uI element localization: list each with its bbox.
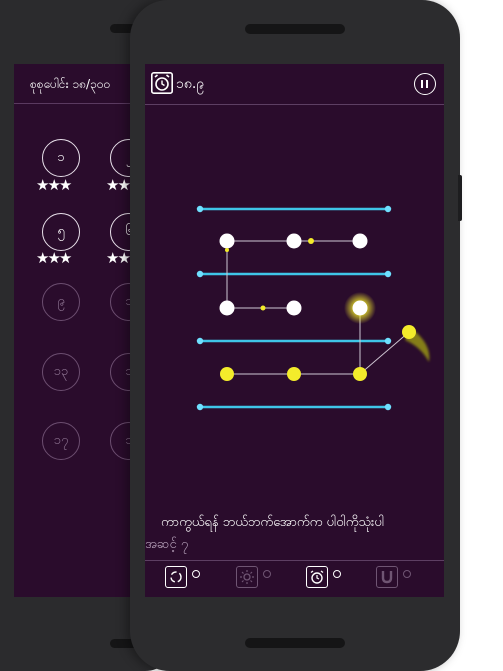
barrier-end	[384, 270, 392, 278]
clock-powerup-count	[333, 570, 341, 578]
hint-text: ကာကွယ်ရန် ဘယ်ဘက်အောက်က ပါဝါကိုသုံးပါ	[161, 515, 384, 530]
game-screen: ၁၈.၉ ကာကွယ်ရန် ဘယ်ဘက်အောက်က ပါဝါကိုသုံးပ…	[145, 64, 444, 597]
front-phone-top-speaker	[245, 24, 345, 34]
powerup-bar	[145, 560, 444, 597]
rotate-powerup-count	[192, 570, 200, 578]
light-ball[interactable]	[402, 325, 416, 339]
light-particle	[260, 305, 266, 311]
sun-icon	[240, 570, 254, 584]
barrier-end	[196, 403, 204, 411]
barrier-end	[196, 205, 204, 213]
u-letter-icon	[381, 571, 393, 584]
light-ball[interactable]	[353, 367, 367, 381]
rotate-powerup-button[interactable]	[165, 566, 187, 588]
front-phone-bottom-speaker	[245, 638, 345, 648]
white-ball[interactable]	[352, 233, 368, 249]
white-ball[interactable]	[286, 233, 302, 249]
u-powerup-count	[403, 570, 411, 578]
level-label: အဆင့် ၇	[145, 537, 189, 552]
white-ball[interactable]	[219, 233, 235, 249]
level-stars: ★★★	[36, 176, 72, 194]
sun-powerup-button[interactable]	[236, 566, 258, 588]
barrier-end	[384, 337, 392, 345]
rotate-icon	[170, 571, 182, 583]
barrier-end	[196, 270, 204, 278]
barrier-end	[384, 205, 392, 213]
level-button[interactable]: ၁	[42, 139, 80, 177]
light-particle	[225, 248, 229, 252]
connector-line	[359, 331, 410, 375]
level-stars: ★★★	[36, 249, 72, 267]
light-particle	[308, 238, 314, 244]
light-ball[interactable]	[287, 367, 301, 381]
level-button-locked[interactable]: ၁၇	[42, 422, 80, 460]
connectors	[226, 240, 410, 375]
white-ball[interactable]	[219, 300, 235, 316]
u-powerup-button[interactable]	[376, 566, 398, 588]
barrier-end	[384, 403, 392, 411]
light-ball[interactable]	[220, 367, 234, 381]
alarm-clock-icon	[310, 570, 324, 584]
level-button-locked[interactable]: ၉	[42, 283, 80, 321]
clock-powerup-button[interactable]	[306, 566, 328, 588]
level-button-locked[interactable]: ၁၃	[42, 353, 80, 391]
glowing-ball[interactable]	[352, 300, 368, 316]
white-ball[interactable]	[286, 300, 302, 316]
level-button[interactable]: ၅	[42, 213, 80, 251]
sun-powerup-count	[263, 570, 271, 578]
phone-side-button	[458, 175, 462, 221]
barrier-end	[196, 337, 204, 345]
